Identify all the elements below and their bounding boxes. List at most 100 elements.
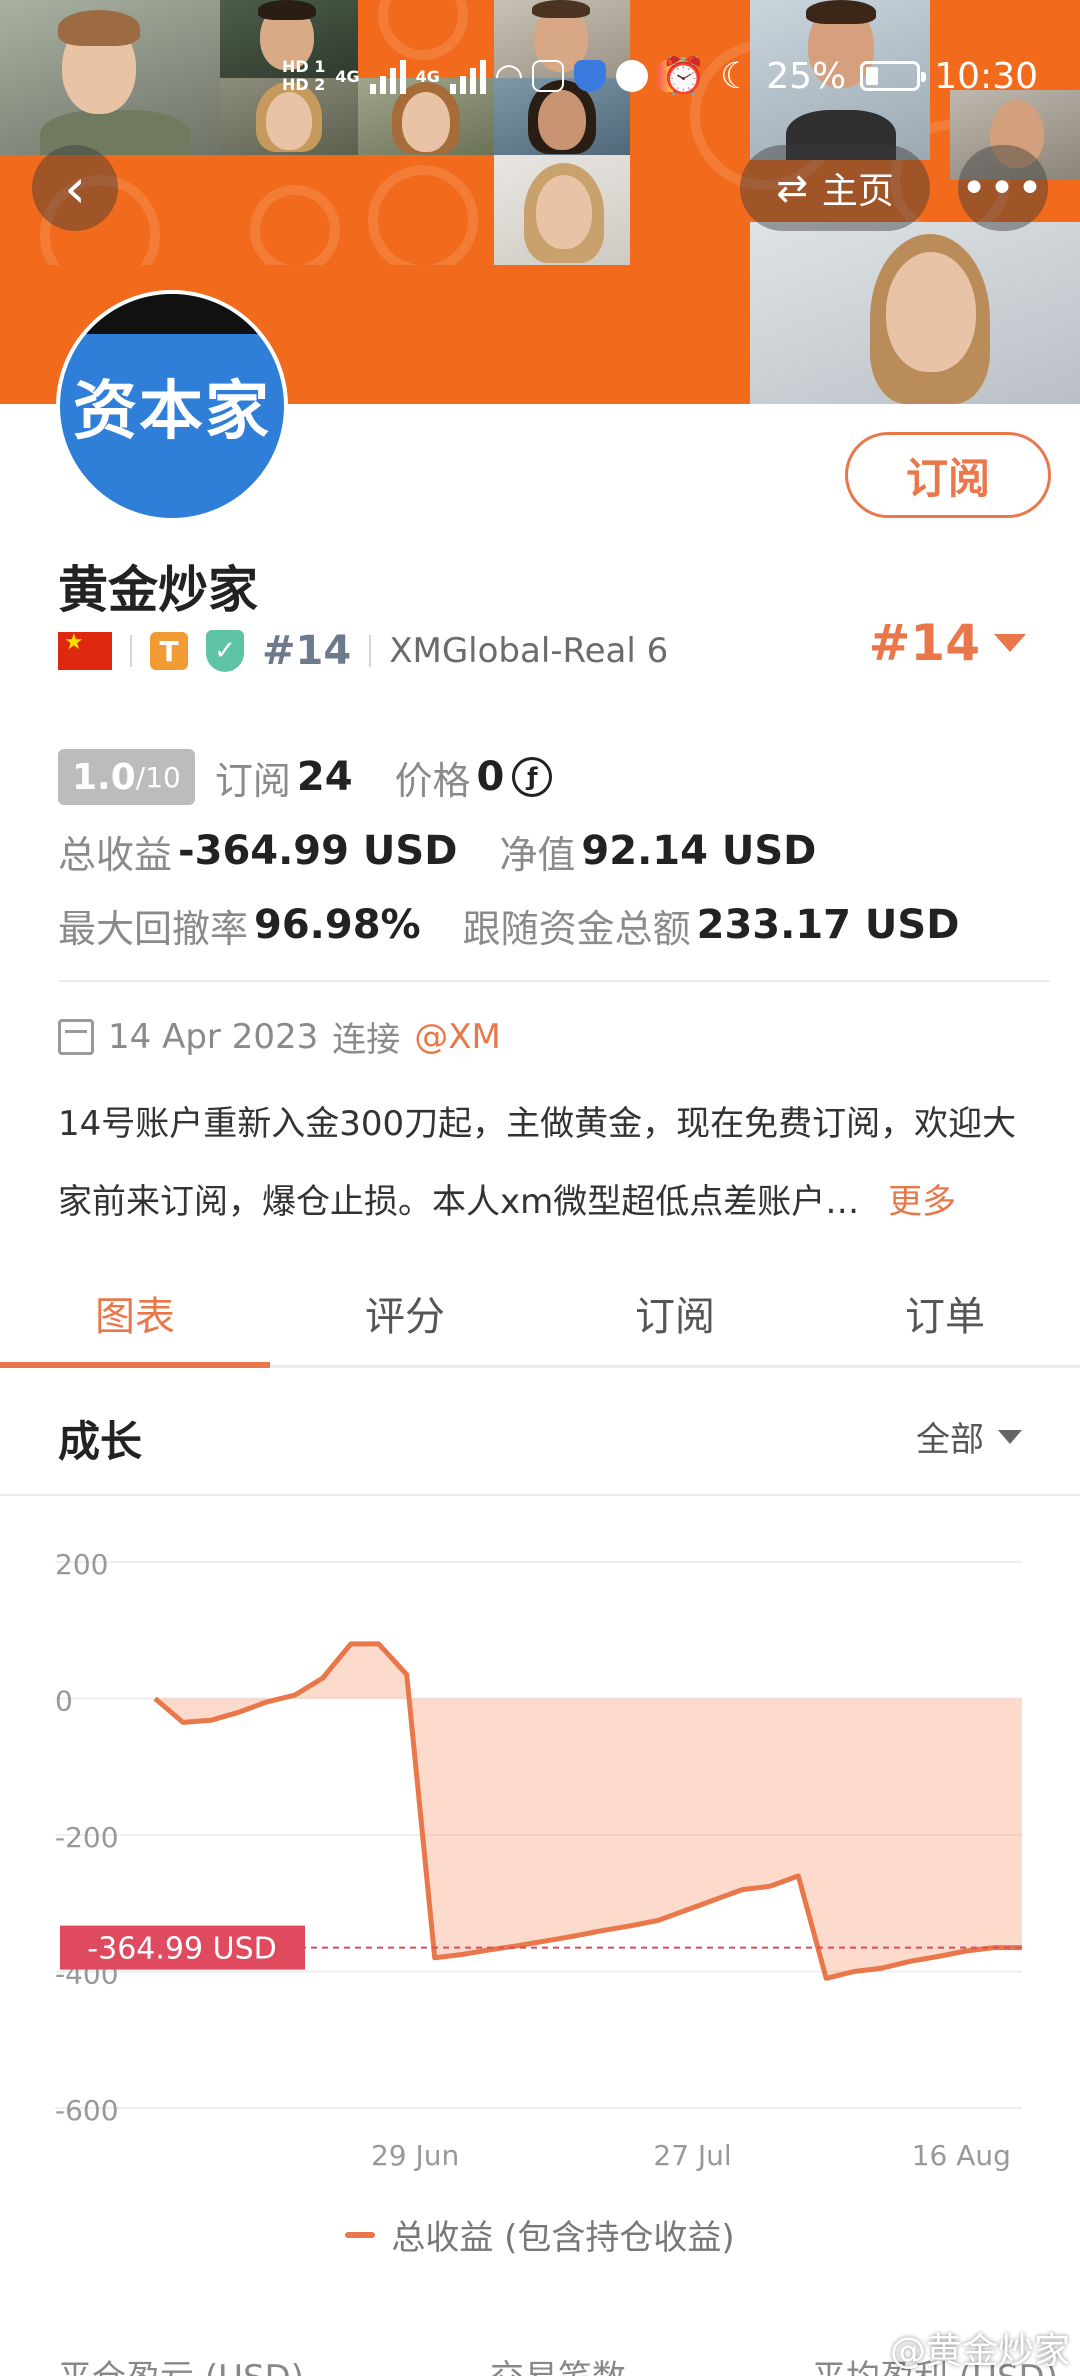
battery-icon <box>860 61 927 91</box>
score-badge: 1.0/10 <box>58 749 195 805</box>
sim-indicators: HD 1 HD 2 4G 4G ◠ <box>282 48 691 104</box>
rank-label: #14 <box>262 628 352 674</box>
legend-label: 总收益 (包含持仓收益) <box>391 2218 735 2258</box>
profile-meta-row: T ✓ #14 XMGlobal-Real 6 <box>58 625 668 677</box>
app-notification-icon <box>532 60 565 92</box>
tab-rating[interactable]: 评分 <box>270 1260 540 1365</box>
chat-notification-icon <box>616 60 649 92</box>
section-divider <box>58 980 1050 982</box>
y-tick-label: -200 <box>55 1821 119 1854</box>
subs-label: 订阅 <box>214 758 291 803</box>
total-profit-label: 总收益 <box>58 832 173 877</box>
closed-pnl-label: 平仓盈亏 (USD) <box>58 2350 304 2376</box>
growth-chart-svg: 2000-200-400-60029 Jun 27 Jul 16 Aug-364.9… <box>55 1548 1022 2172</box>
network-1-label: 4G <box>335 66 360 86</box>
growth-header: 成长 全部 <box>0 1370 1080 1496</box>
x-tick-label: 27 Jul <box>653 2139 731 2172</box>
rank-dropdown[interactable]: #14 <box>869 614 1026 672</box>
watermark-text: @黄金炒家 <box>889 2331 1070 2372</box>
max-drawdown-value: 96.98% <box>254 902 421 948</box>
score-value: 1.0 <box>72 756 136 798</box>
banner-photo <box>750 222 1080 404</box>
growth-chart: 200 0 -200 -400 -600 29 Jun 27 Jul 16 Aug -364.9… <box>0 1500 1080 2200</box>
tab-orders[interactable]: 订单 <box>810 1260 1080 1365</box>
back-arrow-icon: ‹ <box>64 156 86 220</box>
shield-notification-icon <box>574 60 607 92</box>
battery-fill <box>866 67 879 85</box>
more-link[interactable]: 更多 <box>888 1182 956 1222</box>
trade-count-label: 交易笔数 <box>490 2350 626 2376</box>
profile-name: 黄金炒家 <box>58 561 258 619</box>
tab-chart[interactable]: 图表 <box>0 1260 270 1368</box>
more-dots-icon: ••• <box>961 162 1045 214</box>
account-label: XMGlobal-Real 6 <box>389 631 669 671</box>
coin-icon: ƒ <box>512 757 553 797</box>
rank-big-value: #14 <box>868 614 980 672</box>
hd-badges: HD 1 HD 2 <box>282 58 325 94</box>
chart-legend: 总收益 (包含持仓收益) <box>0 2210 1080 2259</box>
y-tick-label: 200 <box>55 1548 108 1581</box>
subs-value: 24 <box>296 754 353 800</box>
alarm-icon: ⏰ <box>661 56 706 97</box>
legend-swatch <box>345 2231 376 2238</box>
hd2-badge: HD 2 <box>282 75 326 94</box>
price-value: 0 <box>476 754 505 800</box>
equity-label: 净值 <box>499 832 576 877</box>
y-tick-label: 0 <box>55 1685 73 1718</box>
verified-shield-icon: ✓ <box>206 630 244 672</box>
tab-bar: 图表 评分 订阅 订单 <box>0 1260 1080 1368</box>
network-2-label: 4G <box>415 66 440 86</box>
banner-tile <box>220 155 358 265</box>
hd1-badge: HD 1 <box>282 57 326 76</box>
growth-title: 成长 <box>58 1417 143 1466</box>
join-info: 14 Apr 2023 连接 @XM <box>58 1012 501 1061</box>
x-tick-label: 16 Aug <box>912 2139 1011 2172</box>
t-badge: T <box>150 632 188 670</box>
more-button[interactable]: ••• <box>958 145 1048 231</box>
follow-funds-label: 跟随资金总额 <box>462 906 691 951</box>
price-label: 价格 <box>394 758 471 803</box>
signal-2-icon <box>449 58 486 94</box>
avatar[interactable]: 资本家 <box>56 290 288 522</box>
join-connect-label: 连接 <box>332 1020 401 1060</box>
moon-icon: ☾ <box>719 55 753 97</box>
clock-time: 10:30 <box>934 55 1038 97</box>
switch-arrows-icon: ⇄ <box>776 166 808 210</box>
total-profit-value: -364.99 USD <box>178 828 458 874</box>
divider <box>130 635 132 667</box>
back-button[interactable]: ‹ <box>32 145 118 231</box>
home-button[interactable]: ⇄ 主页 <box>740 145 930 231</box>
subscribe-button[interactable]: 订阅 <box>845 432 1051 518</box>
caret-down-icon <box>994 634 1026 652</box>
equity-value: 92.14 USD <box>581 828 817 874</box>
caret-down-icon <box>998 1429 1022 1444</box>
status-bar: HD 1 HD 2 4G 4G ◠ ⏰ ☾ 25% 10:30 <box>0 48 1080 104</box>
stat-line-2: 总收益 -364.99 USD 净值 92.14 USD <box>58 814 1038 888</box>
calendar-icon <box>58 1018 94 1055</box>
description-text: 14号账户重新入金300刀起，主做黄金，现在免费订阅，欢迎大家前来订阅，爆仓止损… <box>58 1104 1017 1222</box>
range-label: 全部 <box>916 1420 984 1460</box>
avatar-text: 资本家 <box>73 375 271 449</box>
china-flag-icon <box>58 630 112 670</box>
score-max: /10 <box>135 760 181 794</box>
watermark: @黄金炒家 <box>890 2322 1070 2374</box>
home-label: 主页 <box>821 171 894 212</box>
current-value-label: -364.99 USD <box>87 1932 276 1967</box>
system-indicators: ⏰ ☾ 25% 10:30 <box>661 48 1038 104</box>
range-dropdown[interactable]: 全部 <box>916 1412 1022 1461</box>
divider <box>369 635 372 667</box>
tab-subscribe[interactable]: 订阅 <box>540 1260 810 1365</box>
broker-link[interactable]: @XM <box>414 1017 501 1057</box>
y-tick-label: -600 <box>55 2094 119 2127</box>
max-drawdown-label: 最大回撤率 <box>58 906 249 951</box>
description: 14号账户重新入金300刀起，主做黄金，现在免费订阅，欢迎大家前来订阅，爆仓止损… <box>58 1085 1038 1241</box>
banner-photo <box>494 155 630 265</box>
signal-1-icon <box>369 58 406 94</box>
stat-line-3: 最大回撤率 96.98% 跟随资金总额 233.17 USD <box>58 888 1038 962</box>
wifi-icon: ◠ <box>495 56 523 96</box>
avatar-top-strip <box>60 294 284 334</box>
stats-block: 1.0/10 订阅 24 价格 0 ƒ 总收益 -364.99 USD 净值 9… <box>58 740 1038 962</box>
x-tick-label: 29 Jun <box>371 2139 459 2172</box>
join-date: 14 Apr 2023 <box>108 1016 319 1057</box>
battery-percent: 25% <box>766 55 847 97</box>
